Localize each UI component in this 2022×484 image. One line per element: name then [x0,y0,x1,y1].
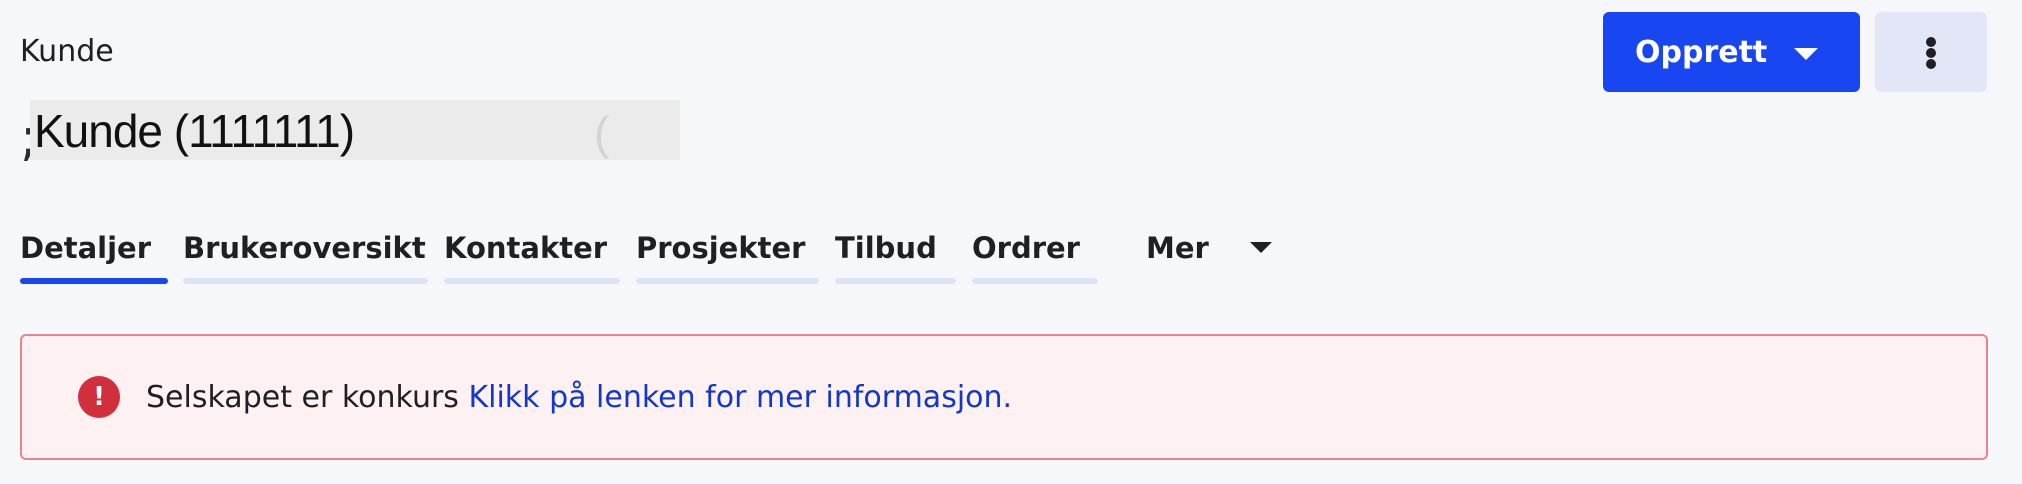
tab-label: Brukeroversikt [183,231,426,265]
chevron-down-icon [1794,48,1818,60]
create-button-label: Opprett [1635,34,1768,70]
vertical-ellipsis-icon [1926,37,1936,47]
alert-info-link[interactable]: Klikk på lenken for mer informasjon. [468,380,1012,415]
tab-label: Mer [1146,231,1209,265]
breadcrumb: Kunde [20,34,114,69]
more-options-button[interactable] [1875,12,1987,92]
tab-indicator [636,278,819,284]
tab-brukeroversikt[interactable]: Brukeroversikt [183,226,428,286]
alert-text: Selskapet er konkurs Klikk på lenken for… [146,378,1012,418]
create-button[interactable]: Opprett [1603,12,1860,92]
tab-ordrer[interactable]: Ordrer [972,226,1098,286]
bankruptcy-alert: ! Selskapet er konkurs Klikk på lenken f… [20,334,1988,460]
exclamation-icon: ! [78,376,120,418]
tab-indicator [835,278,956,284]
tab-label: Kontakter [444,231,608,265]
tab-indicator [444,278,620,284]
tab-label: Tilbud [835,231,937,265]
chevron-down-icon [1250,242,1272,253]
tab-tilbud[interactable]: Tilbud [835,226,956,286]
tab-kontakter[interactable]: Kontakter [444,226,620,286]
page-title-text: Kunde (1111111) [34,105,355,157]
tab-label: Ordrer [972,231,1080,265]
tab-indicator [972,278,1098,284]
tab-label: Detaljer [20,231,152,265]
tab-indicator [20,278,168,284]
tab-prosjekter[interactable]: Prosjekter [636,226,819,286]
tab-detaljer[interactable]: Detaljer [20,226,168,286]
page-title: ; Kunde (1111111) ( [20,100,680,168]
tab-indicator [183,278,428,284]
vertical-ellipsis-icon [1926,59,1936,69]
tab-label: Prosjekter [636,231,806,265]
vertical-ellipsis-icon [1926,48,1936,58]
alert-message: Selskapet er konkurs [146,380,469,415]
title-ghost-paren: ( [594,107,610,159]
tab-mer[interactable]: Mer [1146,226,1276,286]
